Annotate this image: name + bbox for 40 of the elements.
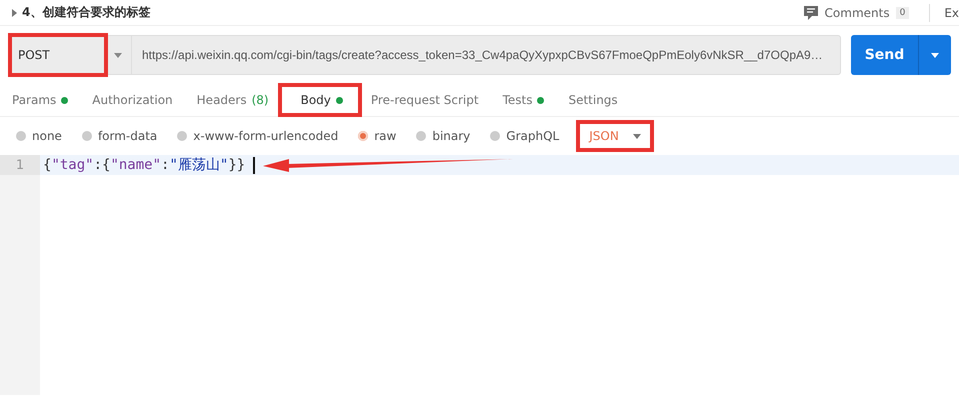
comment-icon[interactable]	[802, 4, 819, 20]
tab-label: Tests	[502, 93, 532, 107]
radio-option[interactable]: binary	[416, 129, 470, 143]
radio-label: GraphQL	[506, 129, 560, 143]
tab-label: Settings	[568, 93, 618, 107]
tab[interactable]: Pre-request Script	[358, 86, 491, 114]
tab-count: (8)	[252, 93, 269, 107]
request-title: 4、创建符合要求的标签	[22, 4, 152, 21]
toolbar-tab[interactable]: Ex	[944, 6, 959, 20]
tab-label: Body	[300, 93, 331, 107]
line-number: 1	[0, 155, 40, 175]
radio-button[interactable]	[177, 131, 188, 141]
tab[interactable]: Headers (8)	[184, 86, 281, 114]
tab-label: Pre-request Script	[370, 93, 479, 107]
comments-link[interactable]: Comments	[824, 6, 890, 20]
tab-label: Authorization	[92, 93, 173, 107]
radio-button[interactable]	[358, 131, 368, 141]
radio-label: binary	[432, 129, 470, 143]
radio-label: raw	[374, 129, 396, 143]
tab[interactable]: Settings	[556, 86, 630, 114]
radio-option[interactable]: none	[16, 129, 62, 143]
radio-option[interactable]: GraphQL	[490, 129, 560, 143]
radio-button[interactable]	[82, 131, 92, 141]
code-line: {"tag":{"name":"雁荡山"}}	[43, 156, 246, 174]
tab[interactable]: Tests	[490, 86, 556, 114]
radio-option[interactable]: raw	[358, 129, 396, 143]
radio-option[interactable]: form-data	[82, 129, 158, 143]
radio-button[interactable]	[490, 131, 500, 141]
comments-count: 0	[896, 6, 910, 18]
radio-label: form-data	[98, 129, 158, 143]
tab-label: Params	[12, 93, 56, 107]
expand-icon[interactable]	[12, 8, 17, 16]
radio-button[interactable]	[16, 131, 26, 141]
radio-button[interactable]	[416, 131, 426, 141]
tab-label: Headers	[196, 93, 247, 107]
radio-label: none	[32, 129, 62, 143]
tab[interactable]: Params	[12, 86, 80, 114]
tab[interactable]: Authorization	[80, 86, 185, 114]
tab[interactable]: Body	[280, 86, 359, 114]
text-cursor	[253, 156, 256, 174]
